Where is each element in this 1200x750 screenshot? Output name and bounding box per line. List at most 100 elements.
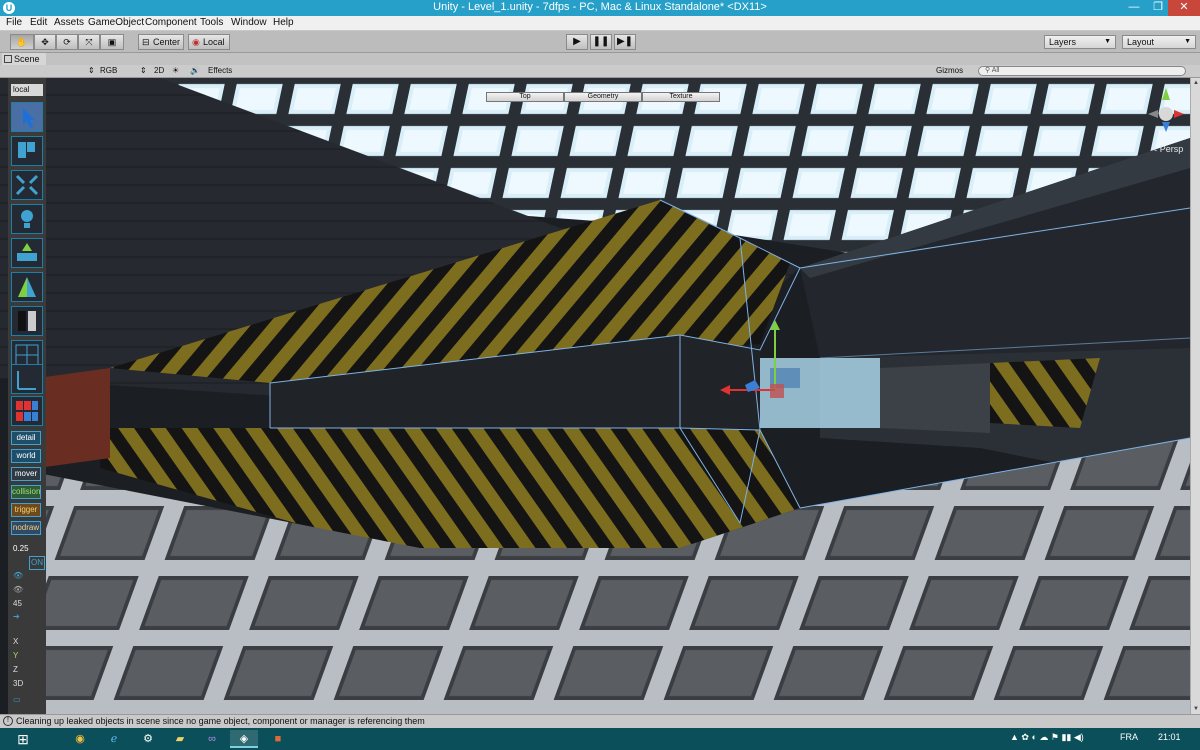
- level-tool-panel: local detail world mover collision trigg…: [8, 78, 46, 714]
- axis-z-lock[interactable]: Z: [11, 664, 43, 676]
- axis-y-lock[interactable]: Y: [11, 650, 43, 662]
- pivot-center-button[interactable]: ⊟ Center: [138, 34, 184, 50]
- tab-geometry[interactable]: Geometry: [564, 92, 642, 102]
- visibility-eye-toggle[interactable]: 👁: [11, 570, 43, 582]
- scene-tab-strip: Scene: [0, 53, 1200, 65]
- mode-3d-toggle[interactable]: 3D: [11, 678, 43, 690]
- taskbar-app[interactable]: ■: [264, 730, 292, 748]
- scale-tool-button[interactable]: ⤧: [78, 34, 100, 50]
- tag-collision[interactable]: collision: [11, 485, 41, 499]
- tag-nodraw[interactable]: nodraw: [11, 521, 41, 535]
- clip-tool-button[interactable]: [11, 272, 43, 302]
- menu-gameobject[interactable]: GameObject: [88, 17, 144, 28]
- effects-dropdown[interactable]: Effects: [208, 66, 232, 75]
- maximize-button[interactable]: ❐: [1146, 0, 1170, 16]
- scene-search-input[interactable]: ⚲ All: [978, 66, 1186, 76]
- direction-toggle[interactable]: ➔: [11, 611, 43, 623]
- rect-tool-button[interactable]: ▣: [100, 34, 124, 50]
- local-space-button[interactable]: ◉ Local: [188, 34, 230, 50]
- steam-icon: ⚙: [143, 733, 153, 745]
- tag-world[interactable]: world: [11, 449, 41, 463]
- taskbar-steam[interactable]: ⚙: [134, 730, 162, 748]
- hide-eye-toggle[interactable]: 👁: [11, 584, 43, 596]
- axis-tool-button[interactable]: [11, 364, 43, 394]
- axis-x-lock[interactable]: X: [11, 636, 43, 648]
- tab-texture[interactable]: Texture: [642, 92, 720, 102]
- tag-mover[interactable]: mover: [11, 467, 41, 481]
- menu-component[interactable]: Component: [145, 17, 197, 28]
- render-mode-arrow[interactable]: ⇕: [140, 66, 147, 75]
- brush-icon: [18, 142, 35, 158]
- taskbar-unity[interactable]: ◈: [230, 730, 258, 748]
- minimize-button[interactable]: —: [1122, 0, 1146, 16]
- info-icon: !: [3, 716, 13, 726]
- tray-clock[interactable]: 21:01: [1158, 732, 1181, 742]
- cursor-icon: [23, 108, 35, 128]
- split-tool-button[interactable]: [11, 306, 43, 336]
- taskbar-ie[interactable]: ℯ: [100, 730, 128, 748]
- step-button[interactable]: ▶❚: [614, 34, 636, 50]
- grid-size-value[interactable]: 0.25: [11, 543, 43, 555]
- material-tool-button[interactable]: [11, 396, 43, 426]
- pause-icon: ❚❚: [592, 36, 610, 47]
- tag-detail[interactable]: detail: [11, 431, 41, 445]
- lighting-icon[interactable]: ☀: [172, 66, 179, 75]
- tab-top[interactable]: Top: [486, 92, 564, 102]
- layers-dropdown[interactable]: Layers ▼: [1044, 35, 1116, 49]
- menu-tools[interactable]: Tools: [200, 17, 223, 28]
- audio-icon[interactable]: 🔊: [190, 66, 200, 75]
- title-bar: U Unity - Level_1.unity - 7dfps - PC, Ma…: [0, 0, 1200, 16]
- scene-render: [0, 78, 1190, 714]
- render-mode-dropdown[interactable]: RGB: [100, 66, 117, 75]
- tag-trigger[interactable]: trigger: [11, 503, 41, 517]
- scene-icon: [4, 55, 12, 63]
- taskbar-chrome[interactable]: ◉: [66, 730, 94, 748]
- tab-scene[interactable]: Scene: [2, 53, 46, 65]
- menu-edit[interactable]: Edit: [30, 17, 47, 28]
- lock-toggle[interactable]: ▭: [11, 694, 43, 706]
- search-placeholder: All: [991, 67, 1000, 74]
- scroll-down-arrow[interactable]: ▼: [1191, 704, 1200, 714]
- menu-assets[interactable]: Assets: [54, 17, 84, 28]
- viewport-vertical-scrollbar[interactable]: ▲ ▼: [1190, 78, 1200, 714]
- mode-2d-button[interactable]: 2D: [154, 66, 164, 75]
- brush-tool-button[interactable]: [11, 136, 43, 166]
- hand-tool-button[interactable]: ✋: [10, 34, 34, 50]
- snap-on-toggle[interactable]: ON: [11, 556, 45, 570]
- status-bar[interactable]: ! Cleaning up leaked objects in scene si…: [0, 714, 1200, 728]
- light-tool-button[interactable]: [11, 204, 43, 234]
- arrow-right-icon: ➔: [13, 612, 20, 621]
- tray-language[interactable]: FRA: [1120, 732, 1138, 742]
- gizmos-dropdown[interactable]: Gizmos: [936, 66, 963, 75]
- scene-viewport[interactable]: [0, 78, 1190, 714]
- taskbar-explorer[interactable]: ▰: [166, 730, 194, 748]
- persp-label[interactable]: < Persp: [1152, 144, 1183, 154]
- app-icon: ■: [274, 733, 282, 745]
- chrome-icon: ◉: [75, 733, 85, 745]
- play-button[interactable]: ▶: [566, 34, 588, 50]
- pivot-icon: ⊟: [142, 37, 150, 47]
- compress-tool-button[interactable]: [11, 170, 43, 200]
- extrude-tool-button[interactable]: [11, 238, 43, 268]
- start-button[interactable]: ⊞: [4, 730, 42, 748]
- chevron-left-icon: <: [1152, 144, 1158, 154]
- menu-help[interactable]: Help: [273, 17, 294, 28]
- window-title: Unity - Level_1.unity - 7dfps - PC, Mac …: [433, 1, 767, 13]
- axis-icon: [17, 371, 36, 390]
- close-button[interactable]: ✕: [1168, 0, 1200, 16]
- menu-file[interactable]: File: [6, 17, 22, 28]
- shading-dropdown-arrow[interactable]: ⇕: [88, 66, 95, 75]
- rotate-tool-button[interactable]: ⟳: [56, 34, 78, 50]
- local-space-label: Local: [203, 37, 225, 47]
- local-toggle[interactable]: local: [11, 84, 43, 96]
- move-tool-button[interactable]: ✥: [34, 34, 56, 50]
- local-space-icon: ◉: [192, 37, 200, 47]
- layout-dropdown[interactable]: Layout ▼: [1122, 35, 1196, 49]
- taskbar-visual-studio[interactable]: ∞: [198, 730, 226, 748]
- menu-window[interactable]: Window: [231, 17, 267, 28]
- tray-icons[interactable]: ▲ ✿ ◐ ☁ ⚑ ▮▮ ◀): [1010, 732, 1084, 743]
- angle-snap-value[interactable]: 45: [11, 598, 43, 610]
- scroll-up-arrow[interactable]: ▲: [1191, 78, 1200, 88]
- pause-button[interactable]: ❚❚: [590, 34, 612, 50]
- select-tool-button[interactable]: [11, 102, 43, 132]
